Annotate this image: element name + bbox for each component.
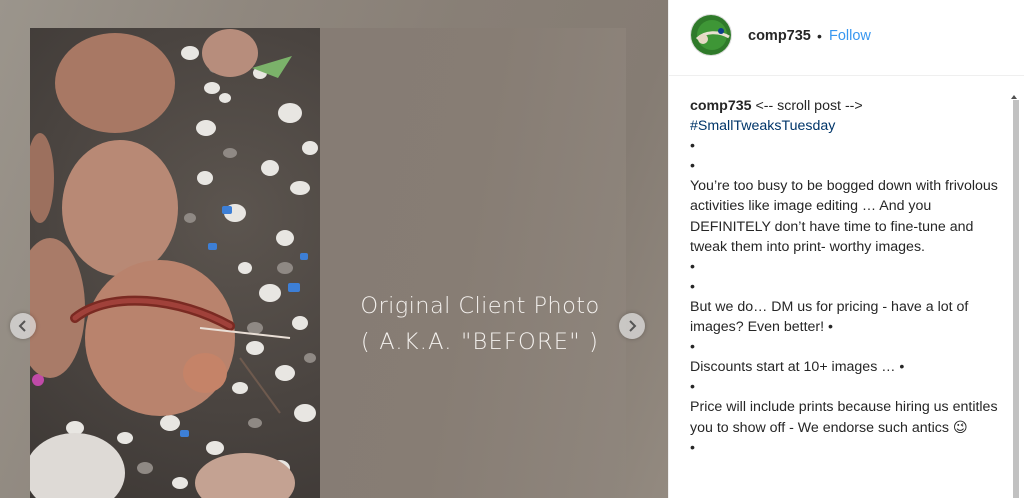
bullet-line: • [690, 439, 695, 456]
caption-paragraph-4: Price will include prints because hiring… [690, 399, 998, 436]
bullet-line: • [690, 278, 695, 295]
bullet-line: • [690, 158, 695, 175]
profile-avatar[interactable] [690, 14, 732, 56]
bullet-line: • [690, 138, 695, 155]
bullet-line: • [690, 258, 695, 275]
slide-caption-line-2: ( A.K.A. "BEFORE" ) [360, 329, 600, 355]
wink-emoji-icon: 😉 [952, 419, 968, 436]
next-slide-button[interactable] [619, 313, 645, 339]
scrollbar-thumb[interactable] [1013, 100, 1019, 498]
chevron-right-icon [629, 320, 637, 332]
caption-paragraph-3: Discounts start at 10+ images … • [690, 359, 905, 376]
hashtag-link[interactable]: #SmallTweaksTuesday [690, 118, 835, 134]
client-photo [30, 28, 320, 498]
scroll-up-arrow-icon[interactable] [1010, 88, 1018, 99]
post-side-panel: comp735 • Follow comp735 <-- scroll post… [668, 0, 1024, 498]
slide-caption-line-1: Original Client Photo [360, 293, 600, 319]
bullet-line: • [690, 339, 695, 356]
separator-dot: • [817, 28, 822, 44]
follow-button[interactable]: Follow [829, 28, 871, 44]
slide-caption: Original Client Photo ( A.K.A. "BEFORE" … [330, 288, 630, 360]
bullet-line: • [690, 379, 695, 396]
post-caption: comp735 <-- scroll post --> #SmallTweaks… [690, 96, 1010, 458]
caption-first-line: comp735 <-- scroll post --> [690, 96, 1010, 116]
chevron-left-icon [18, 320, 26, 332]
caption-first-line-text: <-- scroll post --> [751, 98, 863, 114]
caption-username[interactable]: comp735 [690, 98, 752, 114]
post-author-username[interactable]: comp735 [748, 28, 811, 44]
previous-slide-button[interactable] [10, 313, 36, 339]
post-header: comp735 • Follow [669, 0, 1024, 76]
caption-paragraph-4-wrap: Price will include prints because hiring… [690, 397, 1010, 437]
post-media-area: Original Client Photo ( A.K.A. "BEFORE" … [0, 0, 668, 498]
caption-paragraph-1: You’re too busy to be bogged down with f… [690, 178, 998, 255]
caption-paragraph-2: But we do… DM us for pricing - have a lo… [690, 298, 969, 336]
